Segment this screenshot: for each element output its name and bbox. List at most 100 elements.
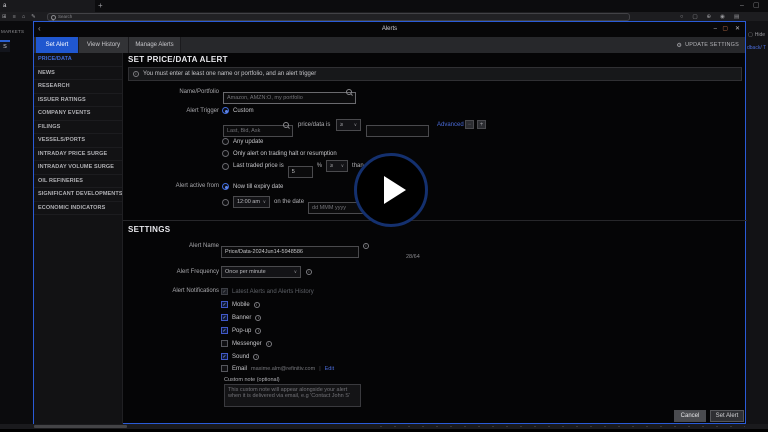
tab-set-alert[interactable]: Set Alert xyxy=(36,37,79,53)
time-select[interactable]: 12:00 am ∨ xyxy=(233,196,270,208)
name-portfolio-label: Name/Portfolio xyxy=(123,89,219,95)
checkbox-email[interactable] xyxy=(221,365,228,372)
checkbox-mobile[interactable]: ✓ xyxy=(221,301,228,308)
set-alert-button[interactable]: Set Alert xyxy=(710,410,744,422)
checkbox-sound[interactable]: ✓ xyxy=(221,353,228,360)
cancel-button[interactable]: Cancel xyxy=(674,410,706,422)
frequency-select[interactable]: Once per minute ∨ xyxy=(221,266,301,278)
feedback-link-fragment[interactable]: dback/ xyxy=(747,45,762,51)
apps-grid-icon[interactable]: ⊞ xyxy=(2,14,7,20)
bookmarks-icon[interactable]: ▤ xyxy=(734,14,739,20)
sidebar-item-intraday-volume-surge[interactable]: INTRADAY VOLUME SURGE xyxy=(34,161,122,175)
window-title-bar: ‹ Alerts – ▢ ✕ xyxy=(34,22,745,37)
add-icon[interactable]: ⊕ xyxy=(707,14,712,20)
account-circle-icon[interactable]: ○ xyxy=(680,14,683,20)
hide-button[interactable]: ▢ Hide xyxy=(748,32,765,38)
edit-email-link[interactable]: Edit xyxy=(325,366,334,372)
workspace-tab-badge[interactable]: S xyxy=(0,40,10,52)
notification-row-banner[interactable]: ✓ Banner i xyxy=(221,313,261,322)
browser-minimize-icon[interactable]: – xyxy=(740,0,744,12)
notification-row-sound[interactable]: ✓ Sound i xyxy=(221,352,259,361)
compose-icon[interactable]: ✎ xyxy=(31,14,36,20)
sidebar-item-oil-refineries[interactable]: OIL REFINERIES xyxy=(34,175,122,189)
info-icon[interactable]: i xyxy=(255,315,261,321)
close-button[interactable]: ✕ xyxy=(735,22,740,37)
tab-manage-alerts[interactable]: Manage Alerts xyxy=(129,37,181,53)
info-icon[interactable]: i xyxy=(254,302,260,308)
trigger-option-any-update[interactable]: Any update xyxy=(222,137,263,146)
chevron-down-icon: ∨ xyxy=(341,163,344,169)
radio-scheduled[interactable] xyxy=(222,199,229,206)
sidebar-item-company-events[interactable]: COMPANY EVENTS xyxy=(34,107,122,121)
active-option-now[interactable]: Now till expiry date xyxy=(222,182,283,191)
notification-row-latest[interactable]: ✓ Latest Alerts and Alerts History xyxy=(221,287,314,296)
sidebar-item-price-data[interactable]: PRICE/DATA xyxy=(34,53,122,67)
video-play-button[interactable] xyxy=(354,153,428,227)
alert-frequency-label: Alert Frequency xyxy=(123,269,219,275)
trigger-value-input[interactable] xyxy=(366,125,429,137)
menu-icon[interactable]: ≡ xyxy=(13,14,16,20)
sidebar-item-issuer-ratings[interactable]: ISSUER RATINGS xyxy=(34,94,122,108)
alert-active-label: Alert active from xyxy=(123,183,219,189)
info-icon[interactable]: i xyxy=(306,269,312,275)
sidebar-item-research[interactable]: RESEARCH xyxy=(34,80,122,94)
last-traded-value-input[interactable] xyxy=(288,166,313,178)
profile-icon[interactable]: ◉ xyxy=(720,14,725,20)
panel-icon: ▢ xyxy=(748,32,753,38)
sidebar-item-economic-indicators[interactable]: ECONOMIC INDICATORS xyxy=(34,202,122,216)
name-portfolio-input[interactable] xyxy=(223,92,356,104)
sidebar-item-filings[interactable]: FILINGS xyxy=(34,121,122,135)
add-condition-button[interactable]: + xyxy=(477,120,486,129)
gear-icon: ⚙ xyxy=(676,42,682,49)
trigger-option-halt[interactable]: Only alert on trading halt or resumption xyxy=(222,149,337,158)
radio-now-till-expiry[interactable] xyxy=(222,183,229,190)
section-divider xyxy=(123,220,747,221)
update-settings-button[interactable]: ⚙ UPDATE SETTINGS xyxy=(676,37,739,53)
markets-label: MARKETS xyxy=(1,29,24,34)
radio-custom[interactable] xyxy=(222,107,229,114)
checkbox-banner[interactable]: ✓ xyxy=(221,314,228,321)
notification-row-messenger[interactable]: Messenger i xyxy=(221,339,272,348)
browser-maximize-icon[interactable]: ▢ xyxy=(753,0,760,12)
play-icon xyxy=(384,176,406,204)
info-icon[interactable]: i xyxy=(363,243,369,249)
trigger-option-custom[interactable]: Custom xyxy=(222,106,254,115)
radio-last-traded[interactable] xyxy=(222,163,229,170)
browser-tab[interactable]: a xyxy=(0,0,95,12)
page-title: SET PRICE/DATA ALERT xyxy=(128,55,228,64)
checkbox-popup[interactable]: ✓ xyxy=(221,327,228,334)
trigger-field-wrap xyxy=(223,119,293,131)
trigger-field-input[interactable] xyxy=(223,125,293,137)
sidebar-item-vessels-ports[interactable]: VESSELS/PORTS xyxy=(34,134,122,148)
browser-search-input[interactable]: Search xyxy=(47,13,630,21)
sidebar-item-significant-developments[interactable]: SIGNIFICANT DEVELOPMENTS xyxy=(34,188,122,202)
notification-row-email[interactable]: Email maxime.alm@refinitiv.com | Edit xyxy=(221,364,334,373)
sidebar-item-news[interactable]: NEWS xyxy=(34,67,122,81)
extensions-icon[interactable]: ▢ xyxy=(692,14,697,20)
info-icon[interactable]: i xyxy=(253,354,259,360)
maximize-button[interactable]: ▢ xyxy=(722,22,728,37)
tab-view-history[interactable]: View History xyxy=(79,37,129,53)
info-icon[interactable]: i xyxy=(266,341,272,347)
alert-notifications-label: Alert Notifications xyxy=(123,288,219,294)
active-option-scheduled[interactable]: 12:00 am ∨ on the date xyxy=(222,196,368,208)
info-icon[interactable]: i xyxy=(255,328,261,334)
sidebar-item-intraday-price-surge[interactable]: INTRADAY PRICE SURGE xyxy=(34,148,122,162)
checkbox-messenger[interactable] xyxy=(221,340,228,347)
settings-heading: SETTINGS xyxy=(128,225,170,234)
alert-name-input[interactable] xyxy=(221,246,359,258)
advanced-link[interactable]: Advanced xyxy=(437,119,464,131)
horizontal-scrollbar[interactable] xyxy=(34,425,127,428)
operator-select[interactable]: ≥ ∨ xyxy=(336,119,361,131)
radio-any-update[interactable] xyxy=(222,138,229,145)
remove-condition-button[interactable]: − xyxy=(465,120,474,129)
minimize-button[interactable]: – xyxy=(714,22,717,37)
custom-note-textarea[interactable] xyxy=(224,384,361,407)
notification-row-popup[interactable]: ✓ Pop-up i xyxy=(221,326,261,335)
home-icon[interactable]: ⌂ xyxy=(22,14,25,20)
new-tab-button[interactable]: + xyxy=(98,0,103,12)
info-banner: i You must enter at least one name or po… xyxy=(128,67,742,81)
notification-row-mobile[interactable]: ✓ Mobile i xyxy=(221,300,260,309)
radio-halt[interactable] xyxy=(222,150,229,157)
operator2-select[interactable]: ≥ ∨ xyxy=(326,160,348,172)
